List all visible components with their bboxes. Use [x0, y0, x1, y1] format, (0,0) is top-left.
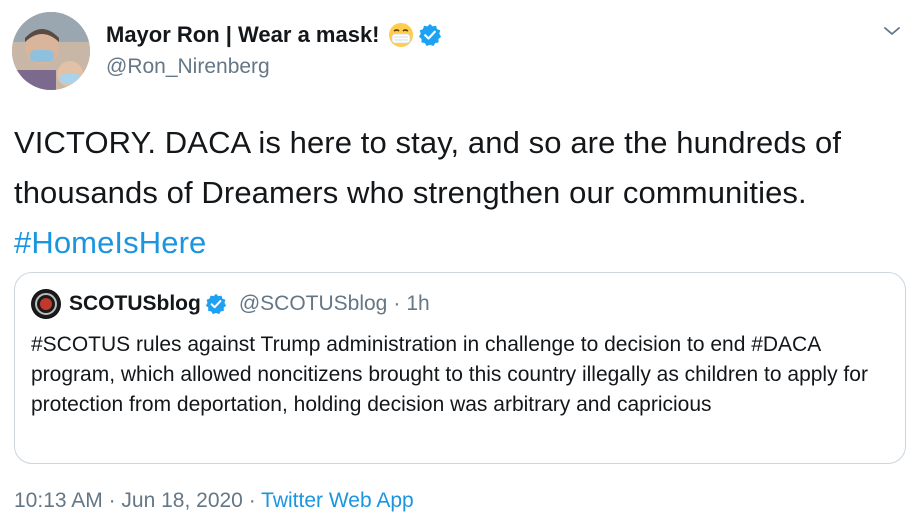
quoted-tweet-text: #SCOTUS rules against Trump administrati…	[31, 333, 868, 416]
quoted-author-handle[interactable]: @SCOTUSblog	[239, 292, 388, 316]
author-name[interactable]: Mayor Ron | Wear a mask!	[106, 22, 442, 48]
separator-dot: ·	[393, 292, 401, 315]
tweet-source-link[interactable]: Twitter Web App	[261, 489, 414, 512]
quoted-author-name[interactable]: SCOTUSblog	[69, 292, 201, 316]
separator-dot: ·	[248, 489, 256, 512]
verified-badge-icon	[418, 23, 442, 47]
hashtag-link[interactable]: #HomeIsHere	[14, 225, 206, 260]
quoted-author-avatar[interactable]	[31, 289, 61, 319]
quoted-tweet-card[interactable]: SCOTUSblog @SCOTUSblog · 1h #SCOTUS rule…	[14, 272, 906, 464]
chevron-down-icon[interactable]	[882, 24, 902, 38]
author-avatar[interactable]	[12, 12, 90, 90]
tweet-body: VICTORY. DACA is here to stay, and so ar…	[14, 125, 842, 210]
tweet-metadata: 10:13 AM · Jun 18, 2020 · Twitter Web Ap…	[14, 489, 414, 513]
quoted-tweet-header: SCOTUSblog @SCOTUSblog · 1h	[31, 289, 430, 319]
author-name-text: Mayor Ron | Wear a mask!	[106, 22, 380, 47]
tweet-time[interactable]: 10:13 AM	[14, 489, 103, 512]
separator-dot: ·	[108, 489, 116, 512]
quoted-tweet-time[interactable]: 1h	[406, 292, 429, 316]
tweet-date[interactable]: Jun 18, 2020	[121, 489, 242, 512]
profile-photo-avatar	[12, 12, 90, 90]
author-handle[interactable]: @Ron_Nirenberg	[106, 55, 270, 79]
verified-badge-icon	[205, 293, 227, 315]
tweet-text: VICTORY. DACA is here to stay, and so ar…	[14, 118, 914, 268]
face-with-medical-mask-icon	[388, 22, 414, 48]
